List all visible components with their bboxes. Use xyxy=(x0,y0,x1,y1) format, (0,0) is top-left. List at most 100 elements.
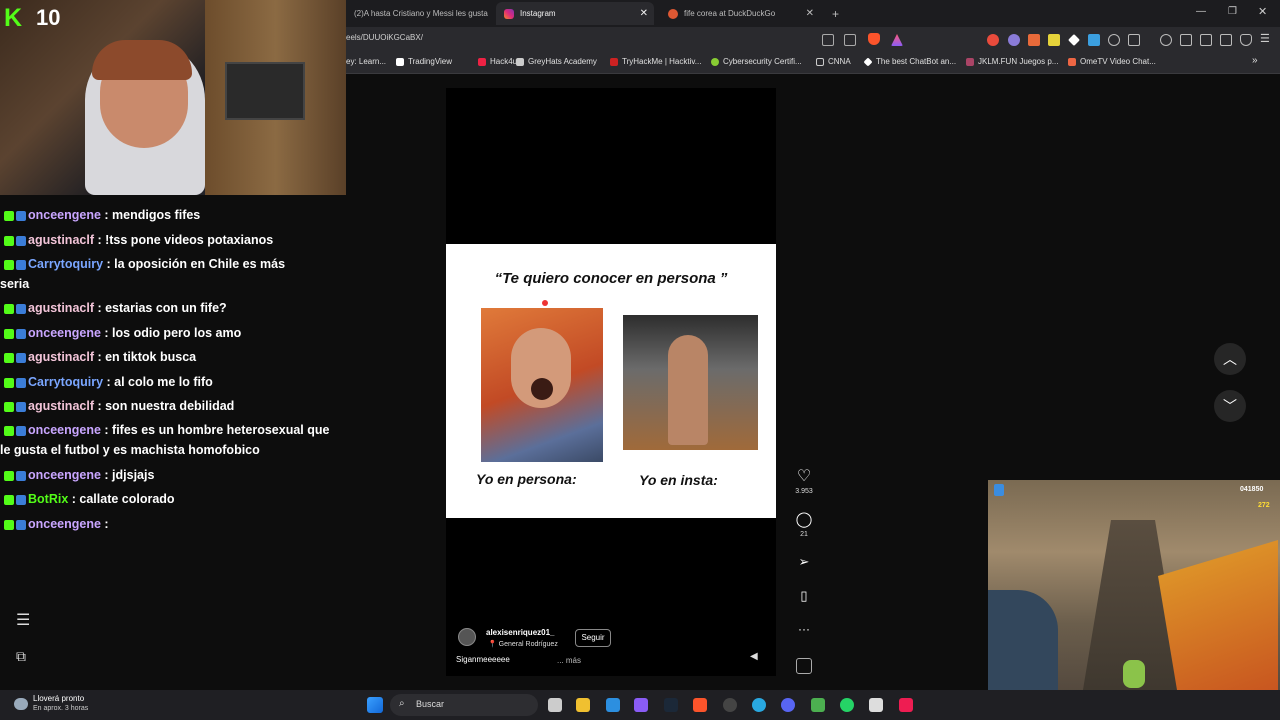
chat-username[interactable]: agustinaclf xyxy=(28,399,94,413)
app-icon[interactable] xyxy=(723,698,737,712)
chat-username[interactable]: agustinaclf xyxy=(28,233,94,247)
bookmark-item[interactable]: TryHackMe | Hacktiv... xyxy=(610,57,701,66)
kick-badge-icon xyxy=(4,235,14,246)
brave-shield-icon[interactable] xyxy=(868,33,880,45)
person xyxy=(668,335,708,445)
tab-label: fife corea at DuckDuckGo xyxy=(684,9,776,18)
bookmark-item[interactable]: JKLM.FUN Juegos p... xyxy=(966,57,1058,66)
bookmark-item[interactable]: OmeTV Video Chat... xyxy=(1068,57,1156,66)
sidebar-icon[interactable] xyxy=(1180,34,1192,46)
discord-icon[interactable] xyxy=(781,698,795,712)
chat-text: : los odio pero los amo xyxy=(100,326,242,340)
vscode-icon[interactable] xyxy=(606,698,620,712)
widgets-icon[interactable]: ⧉ xyxy=(16,648,26,665)
location-label[interactable]: 📍 General Rodríguez xyxy=(488,640,558,648)
tab-duckduckgo[interactable]: fife corea at DuckDuckGo ✕ xyxy=(660,2,820,25)
search-box[interactable]: ⌕ Buscar xyxy=(390,694,538,716)
task-view-icon[interactable] xyxy=(548,698,562,712)
kick-badge-icon xyxy=(4,401,14,412)
chat-username[interactable]: onceengene xyxy=(28,423,101,437)
tiktok-icon[interactable] xyxy=(899,698,913,712)
new-tab-button[interactable]: + xyxy=(824,2,844,25)
previous-reel-button[interactable]: ︿ xyxy=(1214,343,1246,375)
close-icon[interactable]: ✕ xyxy=(640,8,648,19)
avatar[interactable] xyxy=(458,628,476,646)
instagram-icon xyxy=(504,8,514,19)
chat-message: Carrytoquiry : la oposición en Chile es … xyxy=(0,254,285,294)
search-placeholder: Buscar xyxy=(416,699,445,709)
audio-thumbnail[interactable] xyxy=(796,658,812,674)
chat-username[interactable]: onceengene xyxy=(28,517,101,531)
bookmark-item[interactable]: Cybersecurity Certifi... xyxy=(711,57,802,66)
bookmark-item[interactable]: ey: Learn... xyxy=(346,57,386,66)
chat-username[interactable]: onceengene xyxy=(28,468,101,482)
extension-7-icon[interactable] xyxy=(1108,34,1120,46)
windows-start-icon[interactable] xyxy=(367,697,383,713)
wallet-icon[interactable] xyxy=(1200,34,1212,46)
like-icon[interactable]: ♡ xyxy=(792,466,816,486)
chat-username[interactable]: Carrytoquiry xyxy=(28,257,103,271)
brave-icon[interactable] xyxy=(693,698,707,712)
vpn-icon[interactable] xyxy=(1240,34,1252,46)
close-icon[interactable]: ✕ xyxy=(806,8,814,19)
more-link[interactable]: ... más xyxy=(557,656,581,665)
menu-icon[interactable]: ☰ xyxy=(16,610,30,630)
author-name[interactable]: alexisenriquez01_ xyxy=(486,628,554,637)
address-bar[interactable]: eels/DUUOiKGCaBX/ ☰ xyxy=(346,27,1280,52)
cloud-icon xyxy=(14,698,28,710)
app-icon[interactable] xyxy=(634,698,648,712)
media-icon[interactable] xyxy=(1160,34,1172,46)
close-window-icon[interactable]: ✕ xyxy=(1258,5,1267,18)
chat-username[interactable]: agustinaclf xyxy=(28,350,94,364)
bookmark-item[interactable]: The best ChatBot an... xyxy=(863,56,956,67)
whatsapp-icon[interactable] xyxy=(840,698,854,712)
volume-icon[interactable]: ◀ xyxy=(750,651,758,662)
screen-icon[interactable] xyxy=(822,34,834,46)
chat-username[interactable]: onceengene xyxy=(28,208,101,222)
minimize-icon[interactable]: — xyxy=(1196,6,1206,17)
minecraft-icon[interactable] xyxy=(811,698,825,712)
extension-6-icon[interactable] xyxy=(1088,34,1100,46)
extension-1-icon[interactable] xyxy=(987,34,999,46)
telegram-icon[interactable] xyxy=(752,698,766,712)
bookmark-item[interactable]: GreyHats Academy xyxy=(516,57,597,66)
sub-badge-icon xyxy=(16,259,26,270)
chat-username[interactable]: BotRix xyxy=(28,492,68,506)
extension-3-icon[interactable] xyxy=(1028,34,1040,46)
leo-icon[interactable] xyxy=(1220,34,1232,46)
extensions-icon[interactable] xyxy=(1128,34,1140,46)
file-explorer-icon[interactable] xyxy=(576,698,590,712)
taskbar: Lloverá pronto En aprox. 3 horas xyxy=(0,690,1280,720)
next-reel-button[interactable]: ﹀ xyxy=(1214,390,1246,422)
weather-title[interactable]: Lloverá pronto xyxy=(33,694,84,703)
brave-rewards-icon[interactable] xyxy=(891,34,903,46)
more-options-icon[interactable]: ··· xyxy=(792,622,816,636)
maximize-icon[interactable]: ❐ xyxy=(1228,6,1237,17)
extension-2-icon[interactable] xyxy=(1008,34,1020,46)
extension-5-icon[interactable] xyxy=(1068,34,1080,46)
game-overlay: 041850 272 xyxy=(988,480,1280,720)
kick-badge-icon xyxy=(4,425,14,436)
share-icon[interactable] xyxy=(844,34,856,46)
tab-youtube[interactable]: (2)A hasta Cristiano y Messi les gusta xyxy=(346,2,491,25)
more-bookmarks-button[interactable]: » xyxy=(1252,55,1258,66)
bookmark-item[interactable]: CNNA xyxy=(816,57,851,66)
app-icon[interactable] xyxy=(869,698,883,712)
extension-4-icon[interactable] xyxy=(1048,34,1060,46)
follow-button[interactable]: Seguir xyxy=(575,629,611,647)
steam-icon[interactable] xyxy=(664,698,678,712)
share-icon[interactable]: ➢ xyxy=(792,554,816,570)
chat-message: onceengene : xyxy=(4,514,109,534)
comment-icon[interactable]: ◯ xyxy=(792,510,816,528)
player-character xyxy=(1123,660,1145,688)
chat-username[interactable]: agustinaclf xyxy=(28,301,94,315)
menu-icon[interactable]: ☰ xyxy=(1260,32,1270,45)
tab-instagram[interactable]: Instagram ✕ xyxy=(496,2,654,25)
chat-message: onceengene : jdjsjajs xyxy=(4,465,154,485)
meme-photo-left xyxy=(481,308,603,462)
chat-username[interactable]: onceengene xyxy=(28,326,101,340)
bookmark-item[interactable]: TradingView xyxy=(396,57,452,66)
bookmark-item[interactable]: Hack4u xyxy=(478,57,517,66)
chat-username[interactable]: Carrytoquiry xyxy=(28,375,103,389)
save-icon[interactable]: ▯ xyxy=(792,588,816,604)
